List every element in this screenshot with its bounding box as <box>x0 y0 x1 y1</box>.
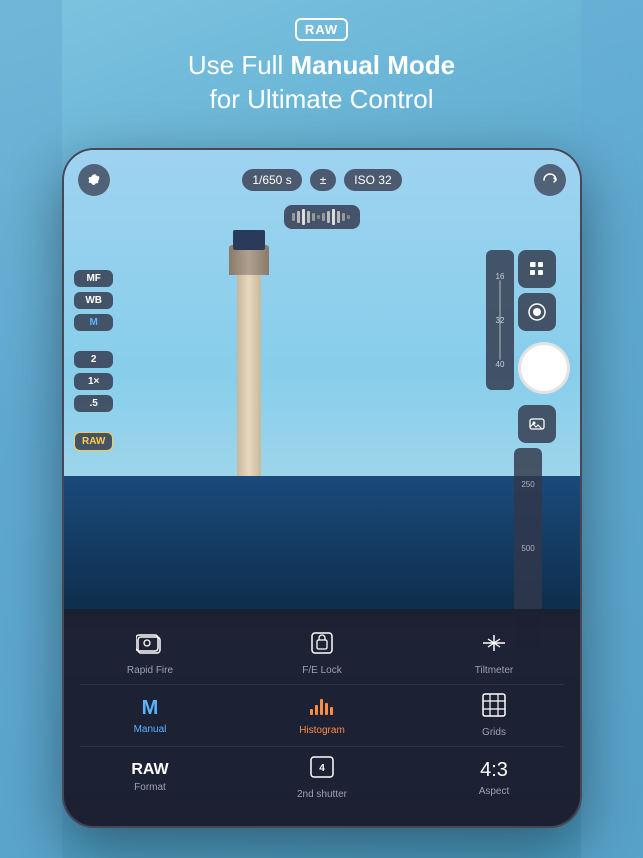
grids-icon <box>482 693 506 723</box>
flip-icon <box>542 172 558 188</box>
hud-top: 1/650 s ± ISO 32 <box>64 164 580 196</box>
aspect-text: 4:3 <box>480 759 508 782</box>
audio-meter-bars <box>292 209 352 225</box>
top-section: RAW Use Full Manual Mode for Ultimate Co… <box>0 18 643 117</box>
timer-icon: 4 <box>308 755 336 785</box>
raw-badge-left[interactable]: RAW <box>74 432 113 451</box>
fe-lock-icon <box>309 631 335 661</box>
left-divider1 <box>74 336 113 346</box>
wb-button[interactable]: WB <box>74 292 113 309</box>
headline-line2: for Ultimate Control <box>210 84 434 114</box>
manual-mode-badge[interactable]: M <box>74 314 113 331</box>
hud-center: 1/650 s ± ISO 32 <box>242 169 401 191</box>
track-line <box>499 280 501 360</box>
tiltmeter-label: Tiltmeter <box>475 665 514 676</box>
second-shutter-label: 2nd shutter <box>297 789 347 800</box>
manual-item[interactable]: M Manual <box>64 685 236 746</box>
histogram-item[interactable]: Histogram <box>236 685 408 746</box>
raw-badge: RAW <box>295 18 348 41</box>
lh-lantern <box>233 230 265 250</box>
manual-text-icon: M <box>142 697 159 720</box>
bottom-grid: Rapid Fire F/E Lock <box>64 623 580 808</box>
sh-val-250: 250 <box>521 480 534 489</box>
audio-meter <box>284 205 360 229</box>
manual-label: Manual <box>134 724 167 735</box>
capture-btn[interactable] <box>518 293 556 331</box>
raw-format-item[interactable]: RAW Format <box>64 747 236 808</box>
raw-format-text: RAW <box>131 762 168 778</box>
aspect-item[interactable]: 4:3 Aspect <box>408 747 580 808</box>
aspect-label: Aspect <box>479 786 510 797</box>
tiltmeter-item[interactable]: Tiltmeter <box>408 623 580 684</box>
rapid-fire-label: Rapid Fire <box>127 665 173 676</box>
iso-display: ISO 32 <box>344 169 401 191</box>
exp-val-40: 40 <box>496 360 505 369</box>
headline: Use Full Manual Mode for Ultimate Contro… <box>0 49 643 117</box>
headline-bold: Manual Mode <box>290 50 455 80</box>
left-controls: MF WB M 2 1× .5 RAW <box>74 270 113 451</box>
flip-camera-button[interactable] <box>534 164 566 196</box>
grids-item[interactable]: Grids <box>408 685 580 746</box>
exposure-track[interactable]: 16 32 40 <box>486 250 514 390</box>
raw-format-label: Format <box>134 782 166 793</box>
histogram-label: Histogram <box>299 725 345 736</box>
gear-icon <box>86 172 102 188</box>
tiltmeter-icon <box>481 631 507 661</box>
bottom-panel: Rapid Fire F/E Lock <box>64 609 580 826</box>
right-controls: 16 32 40 <box>486 250 570 653</box>
photo-icon <box>529 416 545 432</box>
sh-val-500: 500 <box>521 544 534 553</box>
zoom-2-button[interactable]: 2 <box>74 351 113 368</box>
fe-lock-label: F/E Lock <box>302 665 341 676</box>
histogram-icon <box>308 695 336 721</box>
blur-right <box>581 0 643 858</box>
rapid-fire-item[interactable]: Rapid Fire <box>64 623 236 684</box>
settings-button[interactable] <box>78 164 110 196</box>
left-divider2 <box>74 417 113 427</box>
ev-icon: ± <box>310 169 337 191</box>
svg-text:4: 4 <box>319 763 325 774</box>
fe-lock-item[interactable]: F/E Lock <box>236 623 408 684</box>
zoom-half-button[interactable]: .5 <box>74 395 113 412</box>
shutter-speed-display: 1/650 s <box>242 169 301 191</box>
zoom-1x-button[interactable]: 1× <box>74 373 113 390</box>
shutter-button[interactable] <box>518 342 570 394</box>
second-shutter-item[interactable]: 4 2nd shutter <box>236 747 408 808</box>
camera-icon <box>528 303 546 321</box>
photo-library-btn[interactable] <box>518 405 556 443</box>
headline-normal: Use Full <box>188 50 291 80</box>
blur-left <box>0 0 62 858</box>
grid-btn[interactable] <box>518 250 556 288</box>
mf-button[interactable]: MF <box>74 270 113 287</box>
grids-label: Grids <box>482 727 506 738</box>
grid-icon <box>529 261 545 277</box>
phone-frame: 1/650 s ± ISO 32 <box>62 148 582 828</box>
rapid-fire-icon <box>136 631 164 661</box>
